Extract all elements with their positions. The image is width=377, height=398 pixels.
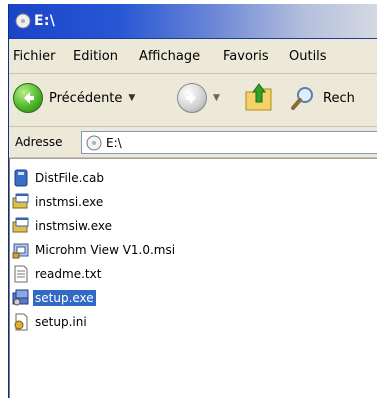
file-name: instmsiw.exe (35, 219, 112, 233)
file-item-distfile[interactable]: DistFile.cab (11, 167, 106, 189)
installer-exe-icon (12, 193, 29, 209)
menu-fichier[interactable]: Fichier (13, 49, 56, 64)
title-bar[interactable]: E:\ (9, 4, 377, 39)
forward-dropdown-icon[interactable]: ▼ (213, 93, 220, 103)
file-name: setup.exe (33, 290, 96, 306)
file-item-setup-ini[interactable]: setup.ini (11, 311, 89, 333)
address-value: E:\ (106, 135, 122, 150)
file-item-microhm-msi[interactable]: Microhm View V1.0.msi (11, 239, 177, 261)
menu-outils[interactable]: Outils (289, 49, 327, 64)
menu-bar: Fichier Edition Affichage Favoris Outils (9, 39, 377, 74)
ini-file-icon (14, 313, 28, 331)
file-name: readme.txt (35, 267, 102, 281)
forward-arrow-icon (177, 83, 207, 113)
explorer-window: E:\ Fichier Edition Affichage Favoris Ou… (8, 4, 377, 398)
file-name: Microhm View V1.0.msi (35, 243, 176, 257)
cab-icon (14, 169, 28, 187)
search-icon (291, 87, 313, 110)
msi-package-icon (12, 243, 29, 259)
folder-up-icon (245, 83, 272, 111)
file-name: setup.ini (35, 315, 87, 329)
menu-favoris[interactable]: Favoris (223, 49, 269, 64)
file-item-readme[interactable]: readme.txt (11, 263, 103, 285)
text-file-icon (14, 265, 28, 283)
file-item-instmsiw[interactable]: instmsiw.exe (11, 215, 114, 237)
file-item-setup-exe[interactable]: setup.exe (11, 287, 96, 309)
up-folder-button[interactable] (243, 80, 277, 114)
toolbar: Précédente ▼ ▼ Rech (9, 74, 377, 127)
forward-button[interactable]: ▼ (177, 82, 235, 114)
back-dropdown-icon[interactable]: ▼ (128, 93, 135, 103)
file-item-instmsi[interactable]: instmsi.exe (11, 191, 105, 213)
address-bar: Adresse E:\ (9, 127, 377, 158)
search-label: Rech (323, 90, 355, 106)
back-label: Précédente (49, 90, 123, 106)
cd-drive-icon (86, 135, 102, 150)
back-arrow-icon (13, 83, 43, 113)
list-border (9, 159, 10, 398)
file-list: DistFile.cab instmsi.exe instmsiw.exe Mi… (9, 158, 377, 398)
address-label: Adresse (15, 135, 63, 149)
setup-exe-icon (12, 289, 29, 306)
file-name: DistFile.cab (35, 171, 104, 185)
back-button[interactable]: Précédente ▼ (13, 82, 173, 114)
window-title: E:\ (34, 13, 56, 29)
search-button[interactable]: Rech (289, 82, 377, 114)
menu-edition[interactable]: Edition (73, 49, 118, 64)
drive-icon (15, 13, 31, 29)
installer-exe-icon (12, 217, 29, 233)
file-name: instmsi.exe (35, 195, 104, 209)
address-field[interactable]: E:\ (81, 131, 377, 154)
menu-affichage[interactable]: Affichage (139, 49, 200, 64)
